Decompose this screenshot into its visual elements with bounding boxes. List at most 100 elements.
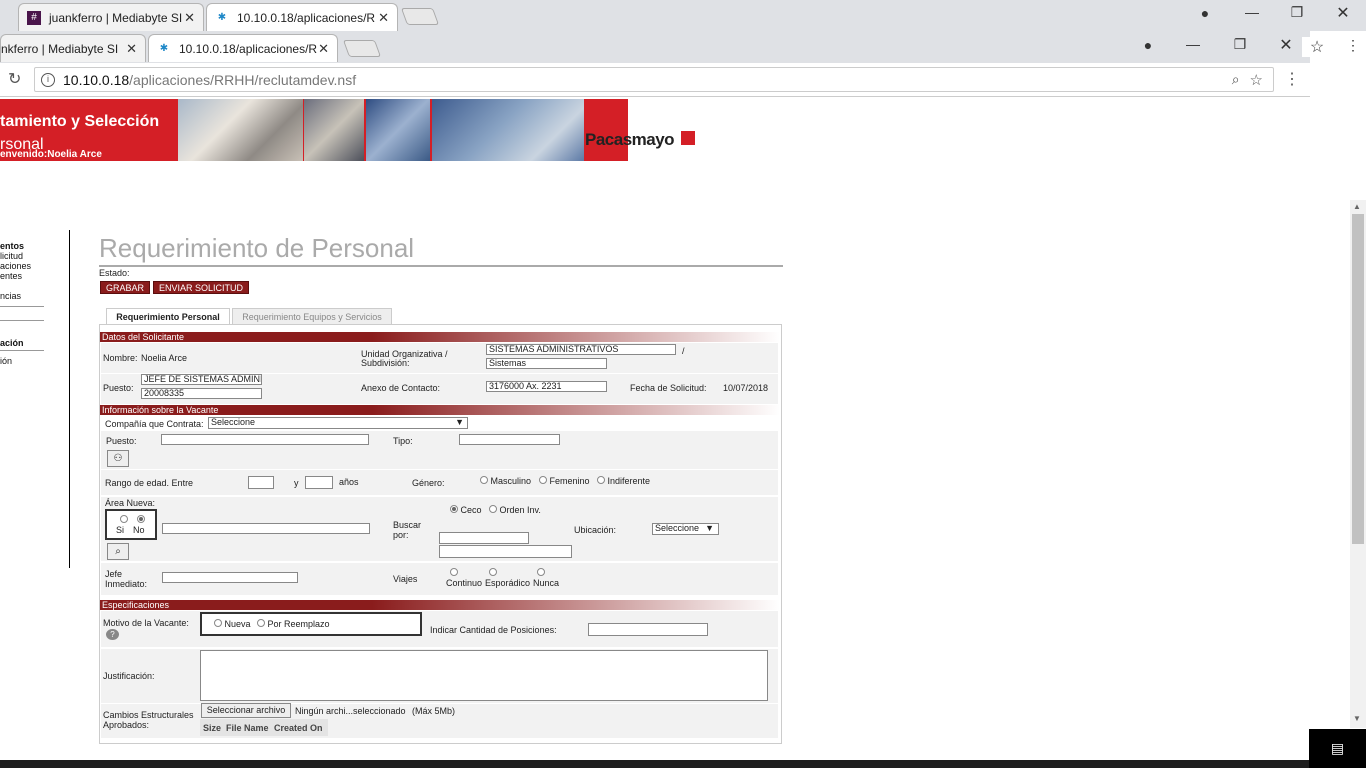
buscar-ceco[interactable]: Ceco (450, 505, 482, 515)
tab-requerimiento-equipos[interactable]: Requerimiento Equipos y Servicios (232, 308, 392, 324)
page-title: Requerimiento de Personal (99, 233, 415, 263)
radio-icon[interactable] (480, 476, 488, 484)
sidebar-item[interactable]: ión (0, 356, 12, 366)
new-tab-button[interactable] (342, 40, 382, 57)
continuo-label: Continuo (446, 578, 483, 588)
codigo-field[interactable]: 20008335 (141, 388, 262, 399)
restore-icon[interactable]: ❐ (1225, 36, 1255, 53)
nombre-label: Nombre: (103, 353, 138, 363)
sidebar-item[interactable]: licitud (0, 251, 23, 261)
radio-icon[interactable] (539, 476, 547, 484)
area-field[interactable] (162, 523, 370, 534)
banner-photo (366, 99, 430, 161)
inner-tab-aplicaciones[interactable]: ✱ 10.10.0.18/aplicaciones/R ✕ (148, 34, 338, 62)
outer-tab-aplicaciones[interactable]: ✱ 10.10.0.18/aplicaciones/R ✕ (206, 3, 398, 31)
window-close-icon[interactable]: ✕ (1328, 3, 1358, 23)
scrollbar-thumb[interactable] (1352, 214, 1364, 544)
info-icon[interactable]: i (41, 72, 55, 87)
radio-icon[interactable] (450, 505, 458, 513)
edad-hasta-field[interactable] (305, 476, 333, 489)
sidebar-item[interactable]: entos (0, 241, 24, 251)
buscar-orden[interactable]: Orden Inv. (489, 505, 541, 515)
radio-icon[interactable] (257, 619, 265, 627)
reload-icon[interactable]: ↻ (8, 69, 21, 89)
inner-tab-mediabyte[interactable]: nkferro | Mediabyte SI ✕ (0, 34, 146, 62)
window-close-icon[interactable]: ✕ (1271, 35, 1301, 55)
vacante-puesto-field[interactable] (161, 434, 369, 445)
nunca-label: Nunca (533, 578, 560, 588)
close-icon[interactable]: ✕ (378, 10, 389, 26)
tipo-field[interactable] (459, 434, 560, 445)
buscar-code-field[interactable] (439, 532, 529, 544)
zoom-icon[interactable]: ⌕ (1232, 71, 1240, 88)
chevron-down-icon: ▼ (705, 523, 714, 533)
outer-tab-mediabyte[interactable]: # juankferro | Mediabyte SI ✕ (18, 3, 204, 31)
scroll-down-icon[interactable]: ▼ (1353, 714, 1361, 723)
tab-requerimiento-personal[interactable]: Requerimiento Personal (106, 308, 230, 324)
motivo-reemplazo[interactable]: Por Reemplazo (257, 619, 330, 629)
sidebar-item[interactable]: ación (0, 338, 24, 348)
radio-icon[interactable] (214, 619, 222, 627)
jefe-field[interactable] (162, 572, 298, 583)
sidebar-item[interactable]: entes (0, 271, 22, 281)
genero-femenino[interactable]: Femenino (539, 476, 590, 486)
profile-icon[interactable]: ● (1190, 5, 1220, 21)
radio-icon[interactable] (137, 515, 145, 523)
radio-icon[interactable] (120, 515, 128, 523)
address-bar[interactable]: i 10.10.0.18/aplicaciones/RRHH/reclutamd… (34, 67, 1274, 92)
buscar-desc-field[interactable] (439, 545, 572, 558)
restore-icon[interactable]: ❐ (1282, 4, 1312, 21)
radio-icon[interactable] (597, 476, 605, 484)
puesto-field[interactable]: JEFE DE SISTEMAS ADMINI (141, 374, 262, 385)
genero-masculino[interactable]: Masculino (480, 476, 531, 486)
ubicacion-select[interactable]: Seleccione ▼ (652, 523, 719, 535)
sidebar-item[interactable]: ncias (0, 291, 21, 301)
subdivision-field[interactable]: Sistemas (486, 358, 607, 369)
ubicacion-value: Seleccione (655, 523, 700, 533)
banner-photo (178, 99, 303, 161)
help-icon[interactable]: ? (106, 629, 119, 640)
minimize-icon[interactable]: — (1237, 4, 1267, 20)
bookmark-star-icon[interactable]: ☆ (1302, 37, 1332, 57)
compania-select[interactable]: Seleccione ▼ (208, 417, 468, 429)
genero-indiferente[interactable]: Indiferente (597, 476, 650, 486)
grabar-button[interactable]: GRABAR (100, 281, 151, 294)
star-icon[interactable]: ☆ (1250, 71, 1263, 89)
cantidad-label: Indicar Cantidad de Posiciones: (430, 625, 557, 635)
profile-icon[interactable]: ● (1133, 37, 1163, 53)
section-especificaciones: Especificaciones (100, 600, 780, 610)
radio-icon[interactable] (489, 568, 497, 576)
justificacion-textarea[interactable] (200, 650, 768, 701)
file-max: (Máx 5Mb) (412, 706, 456, 716)
cantidad-field[interactable] (588, 623, 708, 636)
seleccionar-archivo-button[interactable]: Seleccionar archivo (201, 703, 291, 718)
anexo-field[interactable]: 3176000 Ax. 2231 (486, 381, 607, 392)
motivo-nueva[interactable]: Nueva (214, 619, 251, 629)
chrome-menu-icon[interactable]: ⋮ (1284, 69, 1300, 89)
chevron-down-icon: ▼ (455, 417, 464, 427)
sidebar-item[interactable]: aciones (0, 261, 31, 271)
radio-icon[interactable] (489, 505, 497, 513)
radio-icon[interactable] (537, 568, 545, 576)
search-icon[interactable]: ⌕ (107, 543, 129, 560)
notification-icon[interactable]: ▤ (1309, 729, 1366, 768)
hash-icon: # (27, 10, 41, 25)
binoculars-icon[interactable]: ⚇ (107, 450, 129, 467)
menu-icon[interactable]: ⋮ (1338, 37, 1366, 54)
banner-title-1: tamiento y Selección (0, 113, 160, 130)
edad-desde-field[interactable] (248, 476, 274, 489)
col-size: Size (203, 723, 222, 733)
tipo-label: Tipo: (393, 436, 413, 446)
enviar-solicitud-button[interactable]: ENVIAR SOLICITUD (153, 281, 250, 294)
taskbar (0, 760, 1366, 768)
radio-icon[interactable] (450, 568, 458, 576)
close-icon[interactable]: ✕ (126, 41, 137, 57)
scroll-up-icon[interactable]: ▲ (1353, 202, 1361, 211)
new-tab-button[interactable] (400, 8, 440, 25)
brand-logo-mark (681, 131, 695, 145)
close-icon[interactable]: ✕ (184, 10, 195, 26)
minimize-icon[interactable]: — (1178, 36, 1208, 52)
close-icon[interactable]: ✕ (318, 41, 329, 57)
buscar-por-label: por: (393, 530, 409, 540)
unidad-field[interactable]: SISTEMAS ADMINISTRATIVOS (486, 344, 676, 355)
